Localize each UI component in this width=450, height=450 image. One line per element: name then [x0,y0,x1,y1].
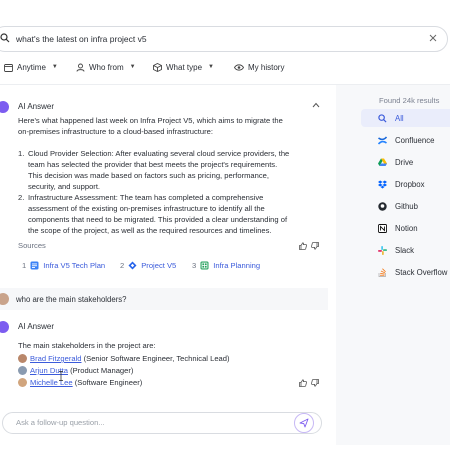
source-number: 1 [22,260,27,270]
stakeholder-name-link[interactable]: Brad Fitzgerald [30,354,82,363]
sidebar-item-label: Slack [395,245,415,255]
filter-my-history[interactable]: My history [234,60,284,74]
sidebar-item-stack-overflow[interactable]: Stack Overflow [361,263,450,281]
ai-answer-label: AI Answer [18,102,55,111]
list-number: 2. [18,193,25,202]
results-count: Found 24k results [379,96,440,105]
list-item-line: team has selected the provider that best… [28,160,278,169]
sidebar-item-all[interactable]: All [361,109,450,127]
cube-icon [153,62,162,72]
stakeholder-role: (Software Engineer) [72,378,143,387]
answer-intro-line: Here's what happened last week on Infra … [18,116,283,125]
filter-label: Anytime [17,62,46,72]
source-label: Infra Planning [213,260,261,270]
followup-placeholder: Ask a follow-up question... [16,418,105,427]
stakeholder-role: (Product Manager) [68,366,134,375]
confluence-icon [378,135,387,145]
sidebar-item-label: Github [395,201,418,211]
sidebar-item-github[interactable]: Github [361,197,450,215]
stakeholder-item: Brad Fitzgerald (Senior Software Enginee… [30,353,230,364]
slack-icon [378,245,387,255]
source-number: 3 [192,260,197,270]
sidebar-item-label: Confluence [395,135,435,145]
filter-label: What type [166,62,203,72]
list-item-line: components that need to be migrated. Thi… [28,215,288,224]
source-number: 2 [120,260,125,270]
thumbs-down-icon[interactable] [311,379,319,387]
sidebar-item-confluence[interactable]: Confluence [361,131,450,149]
sidebar-item-dropbox[interactable]: Dropbox [361,175,450,193]
search-input[interactable]: what's the latest on infra project v5 [16,34,147,44]
filter-label: Who from [89,62,124,72]
person-icon [76,63,85,72]
user-question-text: who are the main stakeholders? [16,295,127,304]
filter-who-from[interactable]: Who from ▼ [76,60,136,74]
sidebar-item-label: All [395,113,404,123]
source-label: Infra V5 Tech Plan [43,260,106,270]
sidebar-item-label: Stack Overflow [395,267,448,277]
caret-down-icon: ▼ [51,64,58,70]
send-button[interactable] [294,413,314,433]
drive-icon [378,158,387,167]
mouse-cursor-icon [58,371,64,381]
list-item-line: security, and support. [28,182,101,191]
list-item-line: Cloud Provider Selection: After evaluati… [28,149,290,158]
doc-icon [30,261,39,270]
avatar [18,378,27,387]
sidebar-item-drive[interactable]: Drive [361,153,450,171]
answer-intro-line: on-premises infrastructure to a cloud-ba… [18,127,213,136]
sources-label: Sources [18,241,46,250]
stakeholder-item: Arjun Dutta (Product Manager) [30,365,133,376]
avatar [18,366,27,375]
search-icon [378,113,387,123]
stackoverflow-icon [378,267,387,277]
source-chip-infra-v5-tech-plan[interactable]: 1 Infra V5 Tech Plan [22,258,105,272]
filter-anytime[interactable]: Anytime ▼ [4,60,58,74]
source-label: Project V5 [141,260,177,270]
github-icon [378,201,387,211]
stakeholder-item: Michelle Lee (Software Engineer) [30,377,142,388]
close-icon[interactable] [429,34,437,42]
avatar [18,354,27,363]
sidebar-item-notion[interactable]: Notion [361,219,450,237]
dropbox-icon [378,180,387,189]
notion-icon [378,223,387,233]
thumbs-up-icon[interactable] [299,379,307,387]
send-icon [299,418,309,428]
stakeholder-name-link[interactable]: Michelle Lee [30,378,73,387]
filter-what-type[interactable]: What type ▼ [153,60,214,74]
source-chip-project-v5[interactable]: 2 Project V5 [120,258,176,272]
list-number: 1. [18,149,25,158]
answer-intro-line: The main stakeholders in the project are… [18,341,156,350]
ai-answer-label: AI Answer [18,322,55,331]
list-item-line: Infrastructure Assessment: The team has … [28,193,264,202]
sidebar-item-slack[interactable]: Slack [361,241,450,259]
list-item-line: This decision was made based on factors … [28,171,270,180]
ai-sparkle-icon [0,321,9,333]
calendar-icon [4,63,13,72]
caret-down-icon: ▼ [208,64,214,70]
sidebar-item-label: Dropbox [395,179,425,189]
search-icon [0,33,10,43]
caret-down-icon: ▼ [129,64,136,70]
chevron-up-icon[interactable] [312,102,320,108]
sheet-icon [200,261,209,270]
stakeholder-role: (Senior Software Engineer, Technical Lea… [81,354,230,363]
eye-icon [234,63,244,72]
thumbs-up-icon[interactable] [299,242,307,250]
sidebar-item-label: Drive [395,157,414,167]
list-item-line: the scope of the project, as well as the… [28,226,272,235]
source-chip-infra-planning[interactable]: 3 Infra Planning [192,258,260,272]
list-item-line: assessment of the existing on-premises i… [28,204,265,213]
diamond-icon [128,261,137,270]
sidebar-item-label: Notion [395,223,418,233]
filter-label: My history [248,62,285,72]
thumbs-down-icon[interactable] [311,242,319,250]
